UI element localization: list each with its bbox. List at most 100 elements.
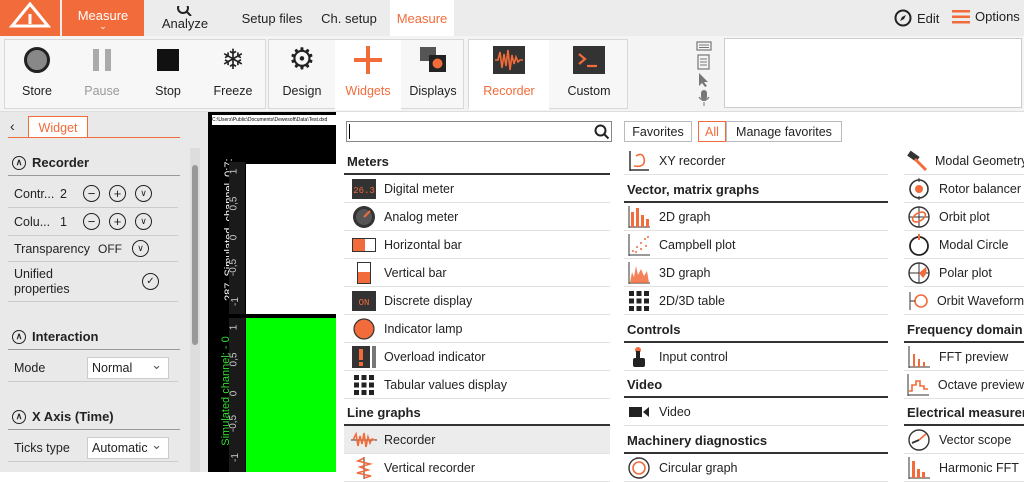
widget-harmonic-fft[interactable]: Harmonic FFT bbox=[904, 454, 1024, 482]
widget-2d3d-table[interactable]: 2D/3D table bbox=[624, 287, 888, 315]
pointer-icon[interactable] bbox=[696, 72, 712, 88]
notes-area[interactable] bbox=[724, 38, 1022, 108]
back-chevron-icon[interactable]: ‹ bbox=[10, 118, 15, 134]
axis1-tick: -0,5 bbox=[228, 258, 240, 277]
widget-discrete-display[interactable]: ON Discrete display bbox=[344, 287, 610, 315]
design-label: Design bbox=[282, 84, 322, 98]
controls-row: Contr... 2 − + ∨ bbox=[8, 180, 178, 208]
circular-graph-icon bbox=[628, 456, 650, 479]
options-button[interactable]: Options bbox=[952, 9, 1020, 24]
widget-xy-recorder[interactable]: XY recorder bbox=[624, 147, 888, 175]
note-tools bbox=[696, 40, 714, 106]
widget-vertical-recorder-label: Vertical recorder bbox=[384, 460, 476, 475]
channel-1-plot[interactable] bbox=[246, 164, 336, 314]
custom-screen-button[interactable]: Custom bbox=[549, 40, 629, 110]
category-controls: Controls bbox=[624, 317, 888, 343]
widget-video[interactable]: Video bbox=[624, 398, 888, 426]
tab-all[interactable]: All bbox=[698, 121, 726, 142]
chevron-down-icon[interactable]: ∨ bbox=[135, 213, 152, 230]
section-xaxis[interactable]: ∧ X Axis (Time) bbox=[8, 404, 180, 430]
vertical-bar-icon bbox=[357, 261, 371, 284]
section-interaction[interactable]: ∧ Interaction bbox=[8, 324, 180, 350]
channel-2-plot[interactable] bbox=[246, 318, 336, 472]
ticks-select[interactable]: Automatic bbox=[87, 437, 169, 459]
note-icon[interactable] bbox=[696, 54, 712, 70]
tab-widget[interactable]: Widget bbox=[28, 116, 88, 138]
nav-setup-files[interactable]: Setup files bbox=[236, 0, 308, 36]
widget-fft-preview[interactable]: FFT preview bbox=[904, 343, 1024, 371]
channel-2-axis: 1 0,5 0 -0,5 -1 bbox=[228, 318, 245, 472]
nav-ch-setup[interactable]: Ch. setup bbox=[316, 0, 382, 36]
widget-rotor-balancer[interactable]: Rotor balancer bbox=[904, 175, 1024, 203]
displays-button[interactable]: Displays bbox=[401, 40, 465, 110]
widget-indicator-lamp[interactable]: Indicator lamp bbox=[344, 315, 610, 343]
category-video: Video bbox=[624, 372, 888, 398]
record-icon bbox=[24, 47, 50, 73]
transparency-row: Transparency OFF ∨ bbox=[8, 236, 178, 262]
panel-scrollbar-thumb[interactable] bbox=[192, 165, 198, 345]
section-recorder[interactable]: ∧ Recorder bbox=[8, 150, 180, 176]
stop-button[interactable]: Stop bbox=[135, 40, 201, 110]
widget-vector-scope-label: Vector scope bbox=[939, 432, 1012, 447]
widget-2d-graph[interactable]: 2D graph bbox=[624, 203, 888, 231]
widget-orbit-waveform[interactable]: Orbit Waveform bbox=[904, 287, 1024, 315]
nav-analyze[interactable]: Analyze bbox=[150, 0, 220, 36]
nav-measure-sub[interactable]: Measure bbox=[390, 0, 454, 36]
channel-1-axis: 1 0,5 0 -0,5 -1 bbox=[228, 162, 245, 314]
recorder-screen-button[interactable]: Recorder bbox=[469, 40, 549, 110]
widget-horizontal-bar[interactable]: Horizontal bar bbox=[344, 231, 610, 259]
widget-orbit-plot[interactable]: Orbit plot bbox=[904, 203, 1024, 231]
keyboard-icon[interactable] bbox=[696, 40, 712, 52]
widget-digital-meter[interactable]: 26.3 Digital meter bbox=[344, 175, 610, 203]
mode-select[interactable]: Normal bbox=[87, 357, 169, 379]
file-path: C:\Users\Public\Documents\Dewesoft\Data\… bbox=[212, 115, 336, 125]
vertical-recorder-icon bbox=[355, 456, 374, 479]
widget-vertical-bar[interactable]: Vertical bar bbox=[344, 259, 610, 287]
widget-campbell-plot[interactable]: Campbell plot bbox=[624, 231, 888, 259]
nav-measure[interactable]: Measure ⌄ bbox=[62, 0, 144, 36]
tab-favorites[interactable]: Favorites bbox=[624, 121, 692, 142]
hand-pointer-icon bbox=[633, 346, 645, 367]
nav-analyze-label: Analyze bbox=[161, 15, 209, 31]
widgets-button[interactable]: Widgets bbox=[335, 40, 401, 110]
pause-button[interactable]: Pause bbox=[69, 40, 135, 110]
search-icon[interactable] bbox=[594, 124, 610, 140]
freeze-button[interactable]: ❄ Freeze bbox=[201, 40, 265, 110]
unified-label-line2: properties bbox=[14, 281, 70, 296]
widget-analog-meter[interactable]: Analog meter bbox=[344, 203, 610, 231]
widget-vector-scope[interactable]: Vector scope bbox=[904, 426, 1024, 454]
nav-setup-files-label: Setup files bbox=[241, 10, 303, 26]
minus-icon[interactable]: − bbox=[83, 185, 100, 202]
tab-manage-favorites[interactable]: Manage favorites bbox=[726, 121, 842, 142]
widget-modal-geometry[interactable]: Modal Geometry bbox=[904, 147, 1024, 175]
widget-polar-plot[interactable]: Polar plot bbox=[904, 259, 1024, 287]
edit-button[interactable]: Edit bbox=[894, 9, 939, 27]
axis2-tick: -1 bbox=[229, 453, 241, 462]
widget-modal-circle[interactable]: Modal Circle bbox=[904, 231, 1024, 259]
store-button[interactable]: Store bbox=[5, 40, 69, 110]
widget-recorder[interactable]: Recorder bbox=[344, 426, 610, 454]
design-button[interactable]: ⚙ Design bbox=[269, 40, 335, 110]
widget-3d-graph[interactable]: 3D graph bbox=[624, 259, 888, 287]
minus-icon[interactable]: − bbox=[83, 213, 100, 230]
check-circle-icon[interactable]: ✓ bbox=[142, 273, 159, 290]
widget-octave-preview[interactable]: Octave preview bbox=[904, 371, 1024, 399]
widget-overload-indicator[interactable]: Overload indicator bbox=[344, 343, 610, 371]
widget-input-control[interactable]: Input control bbox=[624, 343, 888, 371]
category-line-graphs: Line graphs bbox=[344, 400, 610, 426]
collapse-icon: ∧ bbox=[12, 155, 26, 170]
widget-discrete-display-label: Discrete display bbox=[384, 293, 473, 308]
widget-vertical-recorder[interactable]: Vertical recorder bbox=[344, 454, 610, 482]
microphone-icon[interactable] bbox=[696, 89, 712, 107]
columns-row: Colu... 1 − + ∨ bbox=[8, 208, 178, 236]
plus-circle-icon[interactable]: + bbox=[109, 213, 126, 230]
chevron-down-icon[interactable]: ∨ bbox=[135, 185, 152, 202]
overload-indicator-icon bbox=[352, 345, 376, 368]
widget-circular-graph[interactable]: Circular graph bbox=[624, 454, 888, 482]
widget-search-input[interactable] bbox=[346, 121, 612, 142]
chevron-down-icon[interactable]: ∨ bbox=[132, 240, 149, 257]
app-logo[interactable] bbox=[0, 0, 60, 36]
modal-circle-icon bbox=[909, 233, 929, 256]
widget-tabular-values[interactable]: Tabular values display bbox=[344, 371, 610, 399]
plus-circle-icon[interactable]: + bbox=[109, 185, 126, 202]
